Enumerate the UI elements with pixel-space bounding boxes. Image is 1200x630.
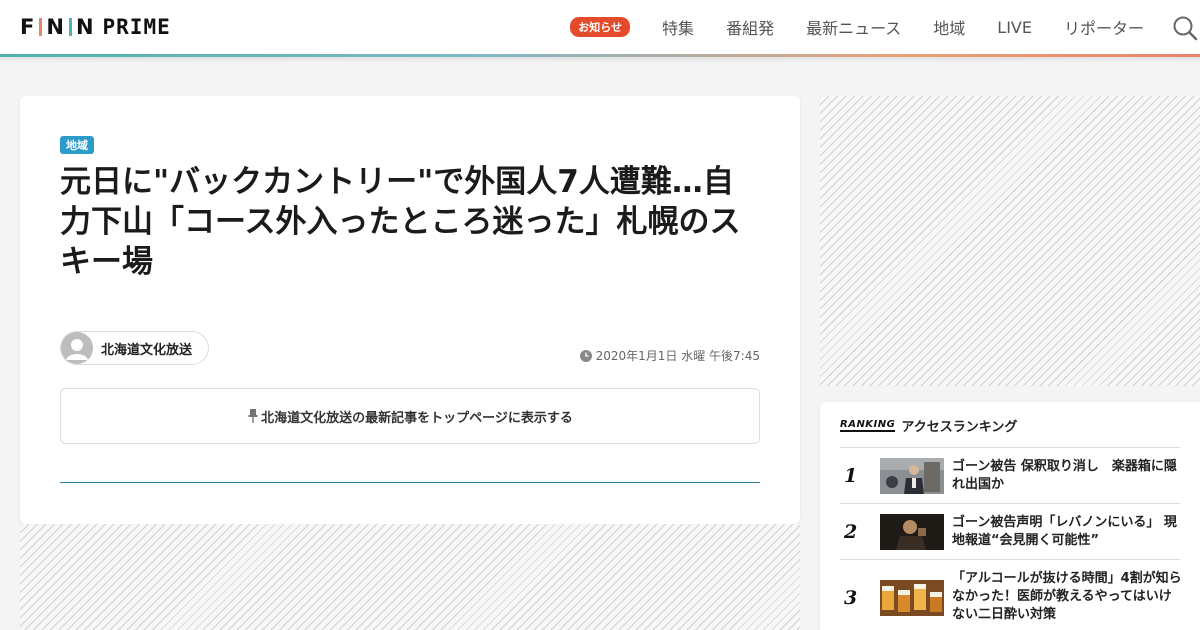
nav-item-programs[interactable]: 番組発 [726,15,774,39]
author-chip[interactable]: 北海道文化放送 [60,331,210,365]
author-name: 北海道文化放送 [101,342,193,358]
header-shadow [0,57,1200,63]
article-title: 元日に"バックカントリー"で外国人7人遭難…自力下山「コース外入ったところ迷った… [60,164,741,280]
nav-item-latest-news[interactable]: 最新ニュース [806,15,901,39]
search-icon[interactable] [1172,15,1198,41]
ranking-thumbnail [880,514,944,550]
ad-placeholder-bottom [20,524,800,630]
main-nav: お知らせ 特集 番組発 最新ニュース 地域 LIVE リポーター [570,0,1144,54]
logo-letter-f: F [20,15,36,39]
fnn-prime-logo[interactable]: F N N PRIME [20,14,171,40]
notice-badge[interactable]: お知らせ [570,17,631,37]
ranking-item-2[interactable]: 2 ゴーン被告声明「レバノンにいる」 現地報道“会見開く可能性” [840,504,1180,560]
ranking-headline: 「アルコールが抜ける時間」4割が知らなかった！医師が教えるやってはいけない二日酔… [952,571,1182,622]
ranking-item-1[interactable]: 1 ゴーン被告 保釈取り消し 楽器箱に隠れ出国か [840,448,1180,504]
logo-bar-orange [39,18,43,36]
ranking-item-3[interactable]: 3 「アルコールが抜ける時間」4割が知らなかった！医師が教えるやってはいけない二… [840,560,1182,630]
publish-date-text: 2020年1月1日 水曜 午後7:45 [595,349,760,363]
ad-placeholder-side [820,96,1200,386]
nav-item-reporters[interactable]: リポーター [1064,15,1144,39]
nav-item-regions[interactable]: 地域 [933,15,965,39]
ranking-thumbnail [880,580,944,616]
site-header: F N N PRIME お知らせ 特集 番組発 最新ニュース 地域 LIVE リ… [0,0,1200,54]
logo-letter-n2: N [75,15,95,39]
pin-to-top-label: 北海道文化放送の最新記事をトップページに表示する [261,410,573,426]
access-ranking: RANKING アクセスランキング 1 ゴーン被告 保釈取り消し 楽器箱に隠れ出… [820,402,1200,630]
rank-number: 3 [844,587,858,609]
nav-item-live[interactable]: LIVE [997,18,1032,37]
pin-to-top-button[interactable]: 北海道文化放送の最新記事をトップページに表示する [60,388,760,444]
category-badge[interactable]: 地域 [60,136,94,154]
ranking-headline: ゴーン被告 保釈取り消し 楽器箱に隠れ出国か [952,459,1177,492]
nav-item-features[interactable]: 特集 [662,15,694,39]
ranking-title: アクセスランキング [901,420,1018,435]
pin-icon [248,409,258,423]
user-avatar-icon [61,332,93,364]
publish-date: 2020年1月1日 水曜 午後7:45 [579,347,760,364]
rank-number: 2 [844,521,858,543]
ranking-thumbnail [880,458,944,494]
logo-letter-n1: N [46,15,65,39]
rank-number: 1 [844,465,858,487]
ranking-tag: RANKING [840,419,896,432]
article-card: 地域 元日に"バックカントリー"で外国人7人遭難…自力下山「コース外入ったところ… [20,96,800,524]
article-divider [60,482,760,483]
ranking-headline: ゴーン被告声明「レバノンにいる」 現地報道“会見開く可能性” [952,515,1177,548]
logo-bar-teal [68,18,72,36]
ranking-header: RANKING アクセスランキング [840,416,1017,435]
logo-fnn: F N N [20,15,95,39]
clock-icon [579,349,592,362]
logo-prime: PRIME [102,15,171,39]
avatar [61,332,93,364]
